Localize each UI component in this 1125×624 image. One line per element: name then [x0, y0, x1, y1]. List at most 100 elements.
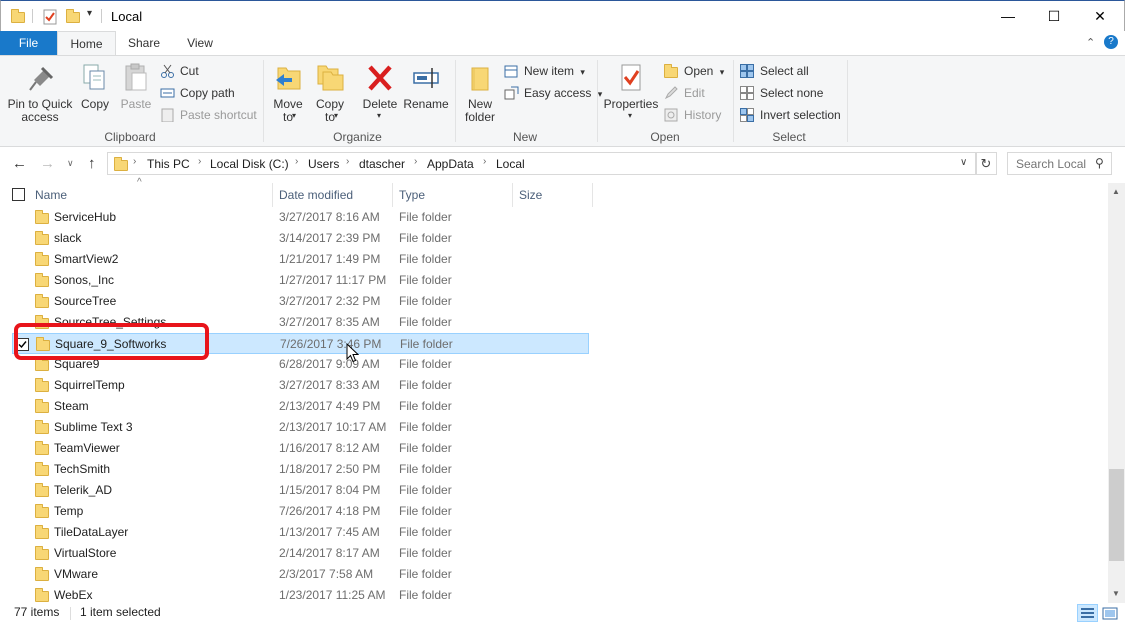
file-name[interactable]: SquirrelTemp: [54, 378, 125, 392]
breadcrumb-item[interactable]: dtascher: [359, 157, 405, 171]
file-name[interactable]: SmartView2: [54, 252, 118, 266]
close-button[interactable]: ✕: [1077, 1, 1123, 31]
tab-share[interactable]: Share: [116, 31, 172, 56]
breadcrumb-chevron-icon[interactable]: ›: [198, 156, 201, 167]
details-view-button[interactable]: [1077, 604, 1098, 622]
select-all-button[interactable]: Select all: [740, 62, 809, 80]
minimize-button[interactable]: —: [985, 1, 1031, 31]
file-row[interactable]: TechSmith 1/18/2017 2:50 PM File folder: [12, 459, 589, 480]
refresh-button[interactable]: ↻: [975, 152, 997, 175]
file-name[interactable]: WebEx: [54, 588, 92, 602]
file-row[interactable]: Steam 2/13/2017 4:49 PM File folder: [12, 396, 589, 417]
select-none-button[interactable]: Select none: [740, 84, 823, 102]
copy-path-button[interactable]: Copy path: [160, 84, 235, 102]
column-size[interactable]: Size: [519, 188, 542, 202]
vertical-scrollbar[interactable]: ▲ ▼: [1108, 183, 1125, 603]
breadcrumb-chevron-icon[interactable]: ›: [295, 156, 298, 167]
file-name[interactable]: slack: [54, 231, 81, 245]
paste-button[interactable]: Paste: [118, 62, 154, 111]
file-row[interactable]: SmartView2 1/21/2017 1:49 PM File folder: [12, 249, 589, 270]
new-folder-button[interactable]: New folder: [460, 62, 500, 124]
move-to-button[interactable]: Move to: [269, 62, 307, 124]
paste-shortcut-button[interactable]: Paste shortcut: [160, 106, 257, 124]
breadcrumb-chevron-icon[interactable]: ›: [414, 156, 417, 167]
breadcrumb-chevron-icon[interactable]: ›: [133, 156, 136, 167]
column-type[interactable]: Type: [399, 188, 425, 202]
address-bar[interactable]: › This PC › Local Disk (C:) › Users › dt…: [107, 152, 977, 175]
scroll-down-arrow-icon[interactable]: ▼: [1112, 589, 1120, 598]
rename-button[interactable]: Rename: [403, 62, 449, 111]
file-name[interactable]: ServiceHub: [54, 210, 116, 224]
file-name[interactable]: Sublime Text 3: [54, 420, 133, 434]
pin-to-quick-access-button[interactable]: Pin to Quick access: [6, 62, 74, 124]
file-name[interactable]: Temp: [54, 504, 83, 518]
file-row[interactable]: Telerik_AD 1/15/2017 8:04 PM File folder: [12, 480, 589, 501]
back-arrow-icon[interactable]: ←: [12, 155, 27, 172]
file-name[interactable]: VirtualStore: [54, 546, 116, 560]
history-button[interactable]: History: [664, 106, 721, 124]
file-row[interactable]: Sonos,_Inc 1/27/2017 11:17 PM File folder: [12, 270, 589, 291]
customize-toolbar-icon[interactable]: ▾: [87, 8, 92, 19]
select-all-checkbox[interactable]: [12, 188, 25, 201]
file-name[interactable]: TileDataLayer: [54, 525, 128, 539]
tab-file[interactable]: File: [0, 31, 57, 56]
column-divider[interactable]: [272, 183, 273, 207]
breadcrumb-item[interactable]: Local Disk (C:): [210, 157, 289, 171]
maximize-button[interactable]: ☐: [1031, 1, 1077, 31]
file-row[interactable]: Temp 7/26/2017 4:18 PM File folder: [12, 501, 589, 522]
file-name[interactable]: Steam: [54, 399, 89, 413]
large-icons-view-button[interactable]: [1100, 604, 1121, 622]
file-row[interactable]: ServiceHub 3/27/2017 8:16 AM File folder: [12, 207, 589, 228]
file-row[interactable]: VMware 2/3/2017 7:58 AM File folder: [12, 564, 589, 585]
breadcrumb-chevron-icon[interactable]: ›: [483, 156, 486, 167]
up-arrow-icon[interactable]: ↑: [88, 155, 96, 172]
column-divider[interactable]: [392, 183, 393, 207]
file-row[interactable]: TeamViewer 1/16/2017 8:12 AM File folder: [12, 438, 589, 459]
file-name[interactable]: Telerik_AD: [54, 483, 112, 497]
file-name[interactable]: TechSmith: [54, 462, 110, 476]
open-button[interactable]: Open ▾: [664, 62, 724, 80]
properties-button[interactable]: Properties: [603, 62, 659, 111]
breadcrumb-item[interactable]: Users: [308, 157, 339, 171]
breadcrumb-item[interactable]: This PC: [147, 157, 190, 171]
breadcrumb-item[interactable]: Local: [496, 157, 525, 171]
new-item-button[interactable]: New item ▾: [504, 62, 585, 80]
column-divider[interactable]: [512, 183, 513, 207]
file-row[interactable]: SourceTree 3/27/2017 2:32 PM File folder: [12, 291, 589, 312]
move-to-dropdown-icon[interactable]: ▾: [292, 111, 296, 120]
file-name[interactable]: SourceTree: [54, 294, 116, 308]
column-divider[interactable]: [592, 183, 593, 207]
file-name[interactable]: TeamViewer: [54, 441, 120, 455]
cut-button[interactable]: Cut: [160, 62, 199, 80]
copy-to-dropdown-icon[interactable]: ▾: [334, 111, 338, 120]
recent-locations-icon[interactable]: ∨: [67, 158, 74, 169]
file-name[interactable]: Sonos,_Inc: [54, 273, 114, 287]
scroll-up-arrow-icon[interactable]: ▲: [1112, 187, 1120, 196]
scrollbar-thumb[interactable]: [1109, 469, 1124, 561]
collapse-ribbon-icon[interactable]: ⌃: [1086, 36, 1095, 49]
delete-dropdown-icon[interactable]: ▾: [377, 111, 381, 120]
copy-to-button[interactable]: Copy to: [311, 62, 349, 124]
help-icon[interactable]: ?: [1104, 35, 1118, 49]
file-row[interactable]: Sublime Text 3 2/13/2017 10:17 AM File fol…: [12, 417, 589, 438]
invert-selection-button[interactable]: Invert selection: [740, 106, 841, 124]
new-folder-icon[interactable]: [65, 9, 81, 23]
search-icon[interactable]: ⚲: [1095, 156, 1104, 170]
column-name[interactable]: Name: [35, 188, 67, 202]
copy-button[interactable]: Copy: [77, 62, 113, 111]
tab-view[interactable]: View: [172, 31, 228, 56]
search-box[interactable]: ⚲: [1007, 152, 1112, 175]
file-name[interactable]: VMware: [54, 567, 98, 581]
breadcrumb-item[interactable]: AppData: [427, 157, 474, 171]
column-date-modified[interactable]: Date modified: [279, 188, 353, 202]
delete-button[interactable]: Delete: [360, 62, 400, 111]
file-row[interactable]: SquirrelTemp 3/27/2017 8:33 AM File folder: [12, 375, 589, 396]
properties-check-icon[interactable]: [42, 9, 58, 25]
edit-button[interactable]: Edit: [664, 84, 705, 102]
file-row[interactable]: WebEx 1/23/2017 11:25 AM File folder: [12, 585, 589, 603]
forward-arrow-icon[interactable]: →: [40, 155, 55, 172]
easy-access-button[interactable]: Easy access ▾: [504, 84, 602, 102]
properties-dropdown-icon[interactable]: ▾: [628, 111, 632, 120]
address-dropdown-icon[interactable]: ∨: [960, 157, 967, 168]
file-row[interactable]: TileDataLayer 1/13/2017 7:45 AM File folde…: [12, 522, 589, 543]
